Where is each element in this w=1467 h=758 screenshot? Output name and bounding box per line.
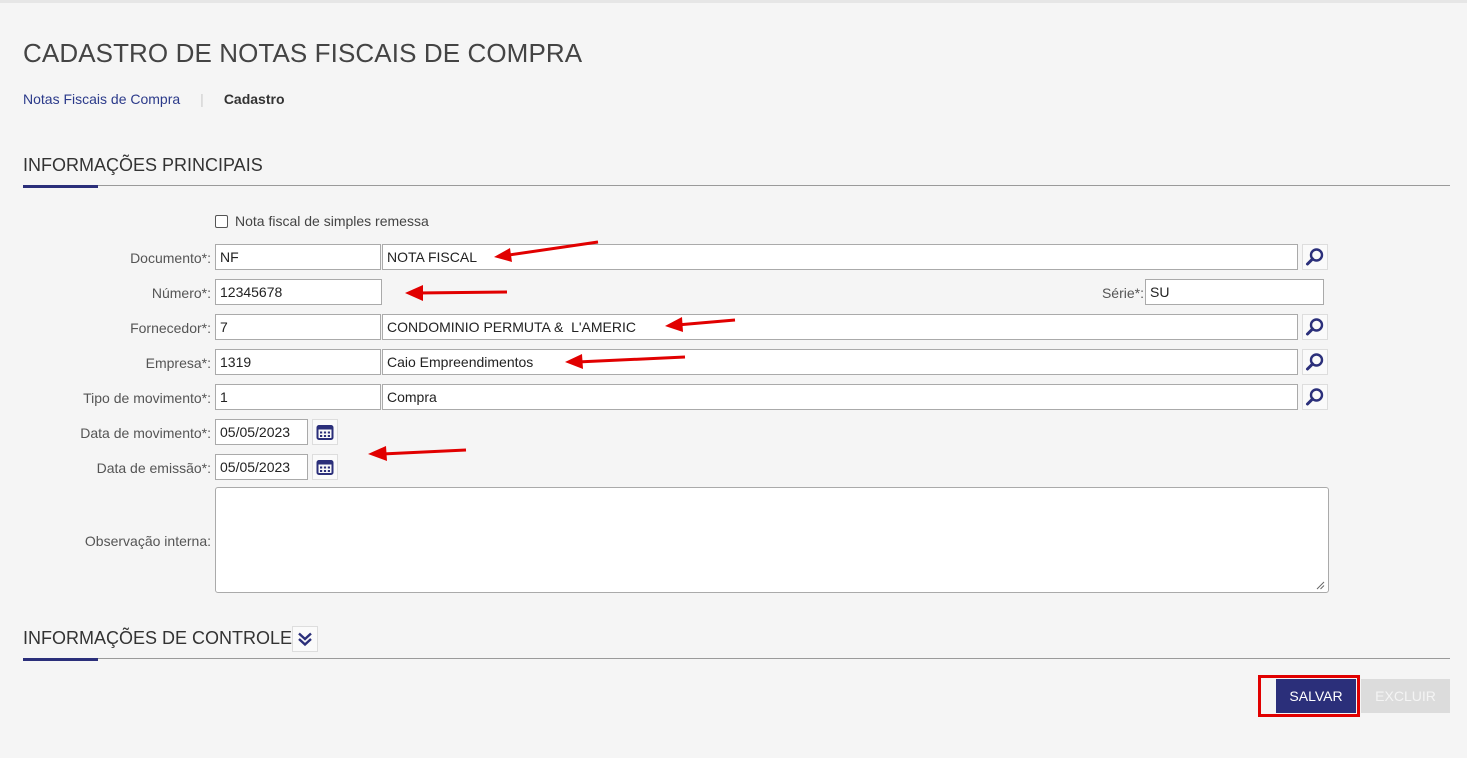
calendar-icon xyxy=(316,460,334,475)
documento-description-field[interactable] xyxy=(382,244,1298,270)
numero-field[interactable] xyxy=(215,279,382,305)
breadcrumb-separator: | xyxy=(200,91,204,107)
expand-control-section-button[interactable] xyxy=(292,626,318,652)
empresa-label: Empresa*: xyxy=(145,355,211,371)
annotation-arrow-icon xyxy=(405,285,508,301)
data-movimento-calendar-button[interactable] xyxy=(312,419,338,445)
resize-grip-icon[interactable] xyxy=(1315,580,1325,590)
search-icon xyxy=(1306,318,1324,336)
breadcrumb: Notas Fiscais de Compra | Cadastro xyxy=(23,91,285,107)
tipo-movimento-search-button[interactable] xyxy=(1302,384,1328,410)
empresa-code-field[interactable] xyxy=(215,349,381,375)
observacao-textarea[interactable] xyxy=(215,487,1329,593)
section-divider xyxy=(23,185,1450,186)
tipo-movimento-description-field[interactable] xyxy=(382,384,1298,410)
empresa-search-button[interactable] xyxy=(1302,349,1328,375)
simples-remessa-checkbox[interactable] xyxy=(215,214,228,228)
calendar-icon xyxy=(316,425,334,440)
empresa-description-field[interactable] xyxy=(382,349,1298,375)
fornecedor-search-button[interactable] xyxy=(1302,314,1328,340)
data-emissao-calendar-button[interactable] xyxy=(312,454,338,480)
breadcrumb-parent-link[interactable]: Notas Fiscais de Compra xyxy=(23,91,180,107)
search-icon xyxy=(1306,353,1324,371)
fornecedor-description-field[interactable] xyxy=(382,314,1298,340)
section-control-title: INFORMAÇÕES DE CONTROLE xyxy=(23,628,293,648)
serie-field[interactable] xyxy=(1145,279,1324,305)
delete-button: EXCLUIR xyxy=(1361,679,1450,713)
search-icon xyxy=(1306,248,1324,266)
simples-remessa-option[interactable]: Nota fiscal de simples remessa xyxy=(215,213,429,229)
data-movimento-field[interactable] xyxy=(215,419,308,445)
observacao-label: Observação interna: xyxy=(84,533,211,549)
double-chevron-down-icon xyxy=(298,632,312,647)
section-main-header: INFORMAÇÕES PRINCIPAIS xyxy=(23,155,1450,190)
section-control-header: INFORMAÇÕES DE CONTROLE xyxy=(23,628,1450,663)
section-main-title: INFORMAÇÕES PRINCIPAIS xyxy=(23,155,263,175)
breadcrumb-current: Cadastro xyxy=(223,91,285,107)
section-accent-bar xyxy=(23,185,98,188)
documento-code-field[interactable] xyxy=(215,244,381,270)
section-accent-bar xyxy=(23,658,98,661)
data-emissao-field[interactable] xyxy=(215,454,308,480)
data-emissao-label: Data de emissão*: xyxy=(96,460,211,476)
section-divider xyxy=(23,658,1450,659)
numero-label: Número*: xyxy=(151,285,211,301)
tipo-movimento-code-field[interactable] xyxy=(215,384,381,410)
data-movimento-label: Data de movimento*: xyxy=(80,425,211,441)
search-icon xyxy=(1306,388,1324,406)
fornecedor-label: Fornecedor*: xyxy=(130,320,211,336)
simples-remessa-label: Nota fiscal de simples remessa xyxy=(235,213,429,229)
save-button[interactable]: SALVAR xyxy=(1276,679,1356,713)
top-divider xyxy=(0,0,1467,3)
annotation-arrow-icon xyxy=(368,446,467,461)
documento-label: Documento*: xyxy=(130,250,211,266)
serie-label: Série*: xyxy=(1101,285,1144,301)
fornecedor-code-field[interactable] xyxy=(215,314,381,340)
documento-search-button[interactable] xyxy=(1302,244,1328,270)
tipo-movimento-label: Tipo de movimento*: xyxy=(83,390,211,406)
page-title: CADASTRO DE NOTAS FISCAIS DE COMPRA xyxy=(23,38,583,68)
